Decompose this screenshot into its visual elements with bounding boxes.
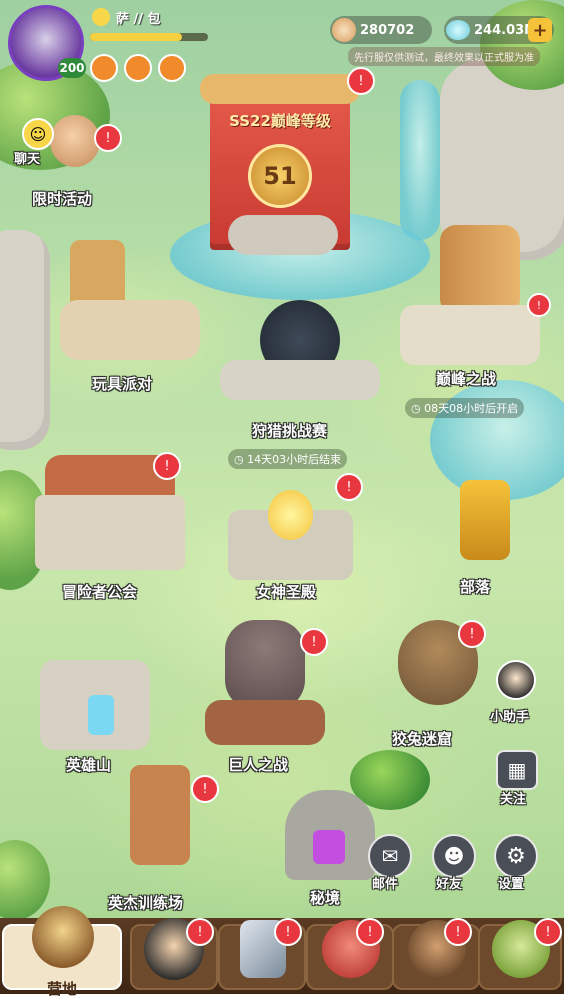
friends-icon: ☻ — [432, 834, 476, 878]
follow-button[interactable]: ▦ 关注 — [494, 750, 540, 808]
giant-figure — [225, 620, 305, 710]
chat-button[interactable]: ☺ 聊天 — [8, 118, 56, 168]
gear-icon: ⚙ — [494, 834, 538, 878]
settings-button[interactable]: ⚙ 设置 — [494, 834, 538, 894]
player-name: 萨 // 包 — [116, 12, 161, 27]
peak-battle-timer: ◷ 08天08小时后开启 — [405, 398, 525, 418]
training-alert-icon: ! — [191, 775, 219, 803]
friends-button[interactable]: ☻ 好友 — [432, 834, 476, 894]
temple-alert-icon: ! — [335, 473, 363, 501]
player-emoji-icon — [92, 8, 110, 26]
pets-alert-icon: ! — [356, 918, 384, 946]
gold-value: 280702 — [360, 22, 415, 38]
follow-label: 关注 — [500, 792, 527, 807]
hunt-timer-text: 14天03小时后结束 — [247, 453, 342, 466]
tribe-label: 部落 — [460, 578, 491, 596]
tribe-building[interactable] — [420, 470, 540, 580]
player-level: 200 — [59, 61, 85, 75]
gem-icon — [446, 20, 470, 40]
add-gems-button[interactable]: + — [528, 18, 552, 42]
bottom-tab-bar: 营地 ! ! ! ! ! — [0, 906, 564, 998]
level-badge: 51 — [248, 144, 312, 208]
banner-title: SS22巅峰等级 — [229, 112, 331, 130]
gold-counter[interactable]: 280702 — [330, 16, 432, 44]
hero-mountain-building[interactable] — [30, 640, 160, 755]
camp-label: 营地 — [46, 980, 77, 998]
peak-battle-label: 巅峰之战 — [436, 370, 497, 388]
chat-emoji-icon: ☺ — [22, 118, 54, 150]
peak-timer-text: 08天08小时后开启 — [424, 402, 519, 415]
friends-label: 好友 — [436, 877, 463, 892]
adventurer-guild-label: 冒险者公会 — [62, 583, 138, 601]
training-totem — [130, 765, 190, 865]
goddess-temple-label: 女神圣殿 — [256, 583, 317, 601]
hero-portal — [88, 695, 114, 735]
bag-alert-icon: ! — [444, 918, 472, 946]
helper-label: 小助手 — [490, 710, 530, 725]
drum-tower — [440, 225, 520, 315]
hunt-challenge-building[interactable] — [220, 290, 380, 410]
exp-bar — [90, 33, 208, 41]
gold-icon — [332, 18, 356, 42]
hunt-rocks — [220, 360, 380, 400]
exp-bar-fill — [90, 33, 183, 41]
hero-training-label: 英杰训练场 — [108, 894, 184, 912]
toy-party-building[interactable] — [60, 230, 200, 370]
guild-body — [35, 495, 185, 570]
hunt-timer: ◷ 14天03小时后结束 — [228, 449, 348, 469]
qr-code-icon: ▦ — [496, 750, 538, 790]
test-server-notice: 先行服仅供测试，最终效果以正式服为准 — [348, 47, 540, 66]
giant-alert-icon: ! — [300, 628, 328, 656]
buff-icon-3[interactable] — [158, 54, 186, 82]
level-value: 51 — [263, 162, 297, 190]
tab-camp[interactable]: 营地 — [2, 906, 122, 998]
rabbit-alert-icon: ! — [458, 620, 486, 648]
peak-battle-building[interactable] — [400, 225, 540, 375]
mail-label: 邮件 — [372, 877, 399, 892]
buff-icon-1[interactable] — [90, 54, 118, 82]
peak-alert-icon: ! — [527, 293, 551, 317]
giant-battle-label: 巨人之战 — [228, 756, 289, 774]
guild-alert-icon: ! — [153, 452, 181, 480]
cliff-left — [0, 230, 50, 450]
equipment-alert-icon: ! — [274, 918, 302, 946]
banner-alert-icon: ! — [347, 67, 375, 95]
limited-event-label: 限时活动 — [32, 190, 93, 208]
event-alert-icon: ! — [94, 124, 122, 152]
hunt-challenge-label: 狩猎挑战赛 — [252, 422, 328, 440]
event-character-icon — [50, 115, 100, 167]
secret-realm-label: 秘境 — [310, 889, 341, 907]
rabbit-maze-building[interactable] — [378, 600, 498, 730]
buff-icon-2[interactable] — [124, 54, 152, 82]
mail-button[interactable]: ✉ 邮件 — [368, 834, 412, 894]
realm-portal — [313, 830, 345, 864]
rabbit-maze-label: 狡兔迷窟 — [392, 730, 453, 748]
helper-button[interactable]: 小助手 — [490, 660, 540, 726]
temple-crystal — [268, 490, 313, 540]
banner-top — [200, 74, 360, 104]
toy-party-label: 玩具派对 — [92, 375, 153, 393]
heroes-alert-icon: ! — [186, 918, 214, 946]
banner-base — [228, 215, 338, 255]
toy-platform — [60, 300, 200, 360]
player-level-badge: 200 — [58, 58, 86, 78]
tribe-tab-alert-icon: ! — [534, 918, 562, 946]
game-map: SS22巅峰等级 51 ! ! 限时活动 ☺ 聊天 玩具派对 ! 巅峰之战 ◷ … — [0, 0, 564, 994]
peak-stairs — [400, 305, 540, 365]
tribe-totem — [460, 480, 510, 560]
camp-icon — [32, 906, 94, 968]
giant-base — [205, 700, 325, 745]
chat-label: 聊天 — [14, 152, 41, 167]
waterfall — [400, 80, 440, 240]
mail-icon: ✉ — [368, 834, 412, 878]
tree-bottom-left — [0, 840, 50, 920]
settings-label: 设置 — [498, 877, 525, 892]
helper-avatar-icon — [496, 660, 536, 700]
